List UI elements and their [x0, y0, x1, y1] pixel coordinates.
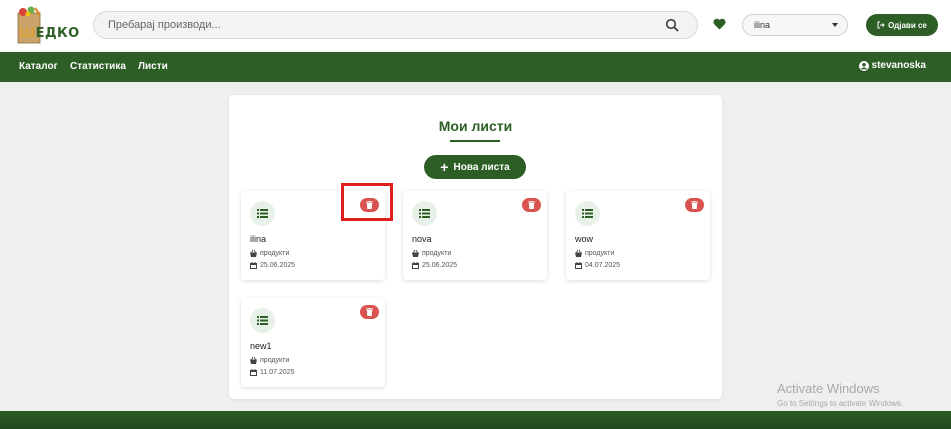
user-icon: [858, 60, 869, 71]
list-date: 04.07.2025: [575, 262, 620, 269]
products-label: продукти: [260, 250, 290, 257]
list-date: 25.06.2025: [250, 262, 295, 269]
new-list-button[interactable]: + Нова листа: [424, 155, 526, 179]
list-name: ilina: [250, 234, 267, 244]
watermark-title: Activate Windows: [777, 381, 880, 396]
basket-icon: [575, 250, 582, 257]
logo-text-rest: ЕДКО: [35, 26, 80, 41]
list-card[interactable]: nova продукти 25.06.2025: [403, 191, 547, 280]
nav-item-lists[interactable]: Листи: [138, 61, 168, 72]
user-select-value: ilina: [754, 20, 771, 30]
basket-icon: [250, 250, 257, 257]
list-icon-badge: [575, 201, 600, 226]
watermark-subtitle: Go to Settings to activate Windows.: [777, 399, 904, 408]
user-menu[interactable]: stevanoska: [858, 60, 926, 71]
list-products: продукти: [412, 250, 451, 257]
trash-icon: [528, 201, 535, 209]
calendar-icon: [250, 369, 257, 376]
logo-text: ШЕДКО: [19, 26, 80, 41]
basket-icon: [412, 250, 419, 257]
highlight-box: [341, 183, 393, 221]
list-name: wow: [575, 234, 594, 244]
list-date: 11.07.2025: [250, 369, 295, 376]
user-select[interactable]: ilina: [742, 14, 848, 36]
list-icon-badge: [250, 308, 275, 333]
search-bar: [93, 11, 698, 39]
logout-label: Одјави се: [888, 20, 927, 30]
list-card[interactable]: wow продукти 04.07.2025: [566, 191, 710, 280]
list-icon-badge: [250, 201, 275, 226]
new-list-label: Нова листа: [453, 161, 510, 173]
nav-item-catalog[interactable]: Каталог: [19, 61, 58, 72]
heart-icon[interactable]: [713, 18, 726, 30]
delete-button[interactable]: [522, 198, 541, 212]
list-products: продукти: [250, 250, 289, 257]
delete-button[interactable]: [360, 305, 379, 319]
logo-text-prefix: Ш: [19, 26, 36, 41]
products-label: продукти: [422, 250, 452, 257]
date-label: 25.06.2025: [422, 262, 458, 269]
title-underline: [450, 140, 500, 142]
calendar-icon: [250, 262, 257, 269]
logout-button[interactable]: Одјави се: [866, 14, 938, 36]
nav-item-statistics[interactable]: Статистика: [70, 61, 126, 72]
calendar-icon: [412, 262, 419, 269]
list-products: продукти: [250, 357, 289, 364]
list-date: 25.06.2025: [412, 262, 457, 269]
list-name: nova: [412, 234, 432, 244]
search-input[interactable]: [108, 12, 648, 38]
list-icon: [582, 209, 593, 218]
logout-icon: [877, 21, 885, 29]
trash-icon: [691, 201, 698, 209]
products-label: продукти: [260, 357, 290, 364]
footer: [0, 411, 951, 429]
list-icon: [419, 209, 430, 218]
products-label: продукти: [585, 250, 615, 257]
date-label: 25.06.2025: [260, 262, 296, 269]
lists-panel: Мои листи + Нова листа ilina продукти 25…: [229, 95, 722, 399]
logo[interactable]: ШЕДКО: [16, 6, 86, 46]
list-icon: [257, 316, 268, 325]
header: ШЕДКО ilina Одјави се: [0, 0, 951, 52]
list-icon-badge: [412, 201, 437, 226]
delete-button[interactable]: [685, 198, 704, 212]
date-label: 11.07.2025: [260, 369, 295, 376]
list-products: продукти: [575, 250, 614, 257]
plus-icon: +: [440, 159, 449, 175]
username: stevanoska: [871, 60, 926, 71]
basket-icon: [250, 357, 257, 364]
list-name: new1: [250, 341, 272, 351]
list-card[interactable]: new1 продукти 11.07.2025: [241, 298, 385, 387]
windows-watermark: Activate Windows Go to Settings to activ…: [777, 381, 903, 408]
list-icon: [257, 209, 268, 218]
chevron-down-icon: [832, 23, 838, 27]
trash-icon: [366, 308, 373, 316]
page-title: Мои листи: [438, 118, 513, 134]
search-icon[interactable]: [665, 18, 679, 32]
date-label: 04.07.2025: [585, 262, 621, 269]
calendar-icon: [575, 262, 582, 269]
navbar: Каталог Статистика Листи stevanoska: [0, 52, 951, 82]
